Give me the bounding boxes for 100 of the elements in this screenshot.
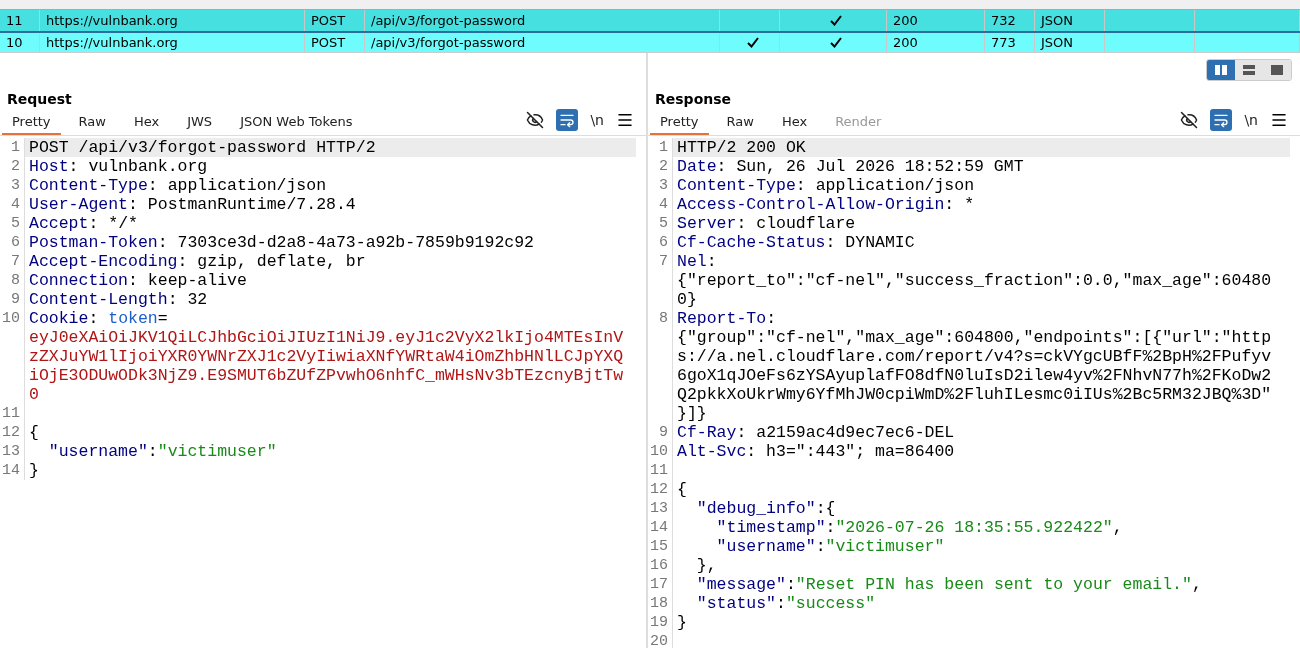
line-number: 8 [648, 309, 673, 423]
code-text: {"group":"cf-nel","max_age":604800,"endpoints":[{"url":"http [677, 328, 1272, 347]
code-text: : a2159ac4d9ec7ec6-DEL [736, 423, 955, 442]
header-name: Content-Type [677, 176, 796, 195]
menu-icon[interactable] [616, 111, 634, 129]
wrap-text-icon [559, 112, 576, 128]
view-tab[interactable]: Pretty [650, 114, 709, 135]
code-text: : [776, 594, 786, 613]
code-text: : h3=":443"; ma=86400 [746, 442, 955, 461]
history-row[interactable]: 10 https://vulnbank.org POST /api/v3/forgot-password 200 773 JSON [0, 33, 1300, 52]
code-text: 6goX1qJOeFs6zYSAyuplafFO8dfN0luIsD2ilew4yv%2FNhvN77h%2FKoDw2 [677, 366, 1272, 385]
table-cell: 200 [887, 10, 985, 31]
line-number: 13 [0, 442, 25, 461]
line-number: 14 [648, 518, 673, 537]
code-text: {"report_to":"cf-nel","success_fraction":0.0,"max_age":60480 [677, 271, 1272, 290]
code-text: : [706, 252, 717, 271]
line-number: 7 [0, 252, 25, 271]
code-text: { [677, 480, 687, 499]
view-tab[interactable]: JSON Web Tokens [230, 114, 363, 135]
code-text: : [88, 309, 100, 328]
newline-button[interactable]: \n [1242, 112, 1260, 128]
line-number: 13 [648, 499, 673, 518]
header-name: User-Agent [29, 195, 129, 214]
header-name: Cf-Ray [677, 423, 737, 442]
view-tab[interactable]: JWS [177, 114, 223, 135]
code-text: : gzip, deflate, br [177, 252, 366, 271]
json-key: "status" [696, 594, 777, 613]
header-name: Nel [677, 252, 707, 271]
header-name: Connection [29, 271, 129, 290]
single-pane-icon [1270, 64, 1284, 76]
header-name: Alt-Svc [677, 442, 747, 461]
line-number: 3 [0, 176, 25, 195]
table-cell: https://vulnbank.org [40, 33, 305, 52]
view-tab[interactable]: Pretty [2, 114, 61, 135]
header-name: Cf-Cache-Status [677, 233, 826, 252]
line-number: 5 [648, 214, 673, 233]
table-cell: 200 [887, 33, 985, 52]
history-row[interactable]: 11 https://vulnbank.org POST /api/v3/forgot-password 200 732 JSON [0, 10, 1300, 33]
code-text: } [29, 461, 39, 480]
table-cell: 773 [985, 33, 1035, 52]
table-cell: JSON [1035, 10, 1105, 31]
code-text: :{ [815, 499, 836, 518]
line-number: 12 [0, 423, 25, 442]
layout-button[interactable] [1263, 60, 1291, 80]
line-number: 6 [648, 233, 673, 252]
header-name: Report-To [677, 309, 767, 328]
table-cell: /api/v3/forgot-password [365, 33, 720, 52]
line-number: 10 [648, 442, 673, 461]
code-text: : [766, 309, 777, 328]
code-text: }]} [677, 404, 707, 423]
code-text: , [1191, 575, 1202, 594]
layout-button[interactable] [1207, 60, 1235, 80]
wrap-button[interactable] [556, 109, 579, 131]
view-tab[interactable]: Raw [716, 114, 764, 135]
menu-icon[interactable] [1270, 111, 1288, 129]
code-text: POST /api/v3/forgot-password HTTP/2 [29, 138, 376, 157]
view-tab[interactable]: Hex [123, 114, 170, 135]
cookie-value: zZXJuYW1lIjoiYXR0YWNrZXJ1c2VyIiwiaXNfYWRtaW4iOmZhbHNlLCJpYXQ [29, 347, 624, 366]
header-name: Accept-Encoding [29, 252, 178, 271]
code-text: : [147, 442, 158, 461]
code-text: : 7303ce3d-d2a8-4a73-a92b-7859b9192c92 [157, 233, 534, 252]
line-number: 14 [0, 461, 25, 480]
code-text: : [785, 575, 796, 594]
code-text: : Sun, 26 Jul 2026 18:52:59 GMT [716, 157, 1024, 176]
table-cell: POST [305, 33, 365, 52]
view-tab[interactable]: Raw [68, 114, 116, 135]
header-name: Access-Control-Allow-Origin [677, 195, 945, 214]
line-number: 18 [648, 594, 673, 613]
line-number: 11 [648, 461, 673, 480]
split-columns-icon [1214, 64, 1228, 76]
eye-off-icon [1180, 111, 1199, 129]
code-text: { [29, 423, 39, 442]
table-cell: 10 [0, 33, 40, 52]
line-number: 15 [648, 537, 673, 556]
table-cell: POST [305, 10, 365, 31]
header-name: Accept [29, 214, 89, 233]
table-cell: https://vulnbank.org [40, 10, 305, 31]
cookie-name: token [108, 309, 158, 328]
json-string: "2026-07-26 18:35:55.922422" [835, 518, 1113, 537]
line-number: 20 [648, 632, 673, 648]
line-number: 19 [648, 613, 673, 632]
code-text: : 32 [167, 290, 208, 309]
view-tab[interactable]: Hex [771, 114, 818, 135]
cookie-value: iOjE3ODUwODk3NjZ9.E9SMUT6bZUfZPvwhO6nhfC_mWHsNv3bTEzcnyBjtTw [29, 366, 624, 385]
code-text: }, [696, 556, 717, 575]
json-string: "Reset PIN has been sent to your email." [795, 575, 1192, 594]
code-text: = [157, 309, 168, 328]
header-name: Host [29, 157, 69, 176]
panel-title: Response [654, 90, 733, 109]
wrap-button[interactable] [1210, 109, 1233, 131]
line-number: 2 [648, 157, 673, 176]
checkmark-icon [830, 15, 842, 26]
code-text: s://a.nel.cloudflare.com/report/v4?s=ckVYgcUBfF%2BpH%2FPufyv [677, 347, 1272, 366]
table-cell: 11 [0, 10, 40, 31]
line-number: 9 [648, 423, 673, 442]
code-text: : DYNAMIC [825, 233, 915, 252]
cookie-value: 0 [29, 385, 39, 404]
newline-button[interactable]: \n [588, 112, 606, 128]
layout-button[interactable] [1235, 60, 1263, 80]
header-name: Postman-Token [29, 233, 158, 252]
